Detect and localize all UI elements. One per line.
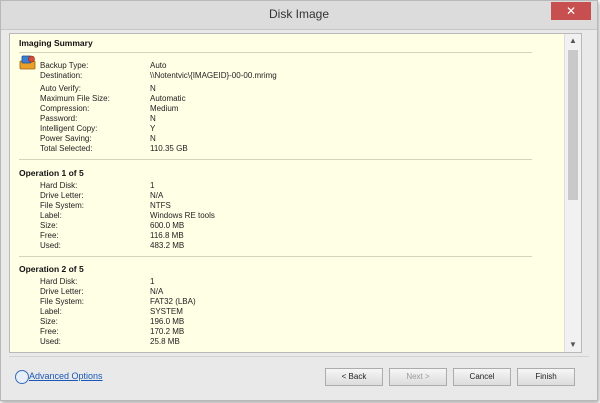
imaging-summary-title: Imaging Summary [19,38,93,48]
back-button[interactable]: < Back [325,368,383,386]
operation-row: Drive Letter: N/A [40,287,164,296]
operation-2-title: Operation 2 of 5 [19,264,84,274]
operation-row: Drive Letter: N/A [40,191,164,200]
summary-row: Backup Type: Auto [40,61,167,70]
operation-row: Free: 170.2 MB [40,327,185,336]
operation-row: Free: 116.8 MB [40,231,184,240]
operation-row: Used: 25.8 MB [40,337,180,346]
divider [19,256,532,257]
footer-divider [9,356,589,357]
operation-row: Label: SYSTEM [40,307,183,316]
operation-row: Hard Disk: 1 [40,181,155,190]
divider [19,52,532,53]
vertical-scrollbar[interactable]: ▲ ▼ [564,34,581,352]
disk-image-icon [19,55,36,70]
advanced-options-icon [15,370,29,384]
close-icon: ✕ [565,4,577,18]
operation-row: Label: Windows RE tools [40,211,215,220]
summary-row: Compression: Medium [40,104,179,113]
summary-row: Auto Verify: N [40,84,156,93]
window-title: Disk Image [268,7,330,21]
operation-row: Hard Disk: 1 [40,277,155,286]
summary-content: Imaging Summary Backup Type: Auto Destina… [10,34,565,352]
operation-1-title: Operation 1 of 5 [19,168,84,178]
scroll-thumb[interactable] [568,50,578,200]
title-bar: Disk Image ✕ [1,1,597,30]
summary-row: Total Selected: 110.35 GB [40,144,188,153]
close-button[interactable]: ✕ [551,2,591,20]
operation-row: Used: 483.2 MB [40,241,185,250]
divider [19,159,532,160]
advanced-options-label[interactable]: Advanced Options [29,371,103,381]
operation-row: File System: FAT32 (LBA) [40,297,196,306]
summary-row: Intelligent Copy: Y [40,124,156,133]
summary-panel: Imaging Summary Backup Type: Auto Destina… [9,33,582,353]
operation-row: Size: 196.0 MB [40,317,185,326]
operation-row: File System: NTFS [40,201,171,210]
next-button[interactable]: Next > [389,368,447,386]
summary-row: Destination: \\Notentvic\{IMAGEID}-00-00.… [40,71,277,80]
summary-row: Password: N [40,114,156,123]
summary-row: Power Saving: N [40,134,156,143]
cancel-button[interactable]: Cancel [453,368,511,386]
disk-image-window: Disk Image ✕ Imaging Summary Backup Type… [0,0,598,401]
operation-row: Size: 600.0 MB [40,221,185,230]
scroll-down-icon[interactable]: ▼ [565,339,581,351]
finish-button[interactable]: Finish [517,368,575,386]
summary-row: Maximum File Size: Automatic [40,94,186,103]
scroll-up-icon[interactable]: ▲ [565,35,581,47]
